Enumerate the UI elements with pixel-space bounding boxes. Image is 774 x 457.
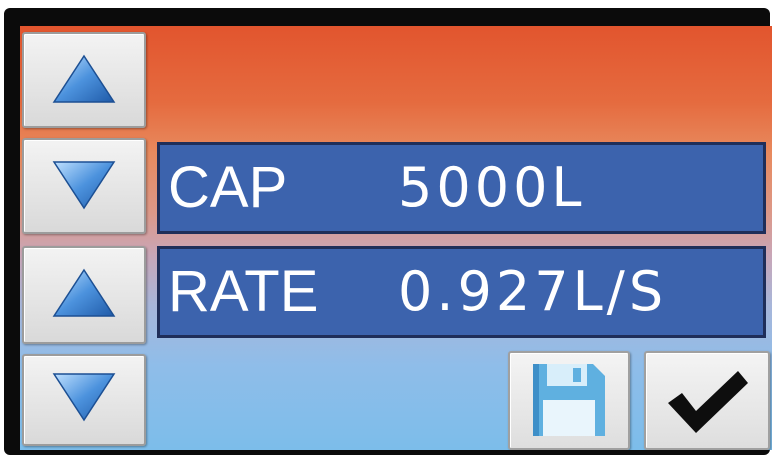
triangle-down-icon — [52, 161, 116, 210]
triangle-up-icon — [52, 54, 116, 103]
cap-value: 5000L — [398, 156, 586, 219]
confirm-button[interactable] — [644, 351, 770, 450]
save-button[interactable] — [508, 351, 630, 450]
cap-field[interactable]: CAP 5000L — [157, 142, 766, 234]
rate-up-button[interactable] — [22, 246, 146, 344]
cap-label: CAP — [168, 155, 288, 220]
rate-value: 0.927L/S — [398, 260, 668, 323]
cap-up-button[interactable] — [22, 32, 146, 128]
touch-screen: CAP 5000L RATE 0.927L/S — [20, 26, 772, 450]
rate-field[interactable]: RATE 0.927L/S — [157, 246, 766, 338]
cap-down-button[interactable] — [22, 138, 146, 234]
triangle-down-icon — [52, 373, 116, 422]
floppy-disk-icon — [533, 364, 605, 436]
rate-label: RATE — [168, 259, 319, 324]
triangle-up-icon — [52, 268, 116, 317]
checkmark-icon — [668, 371, 748, 433]
rate-down-button[interactable] — [22, 354, 146, 446]
